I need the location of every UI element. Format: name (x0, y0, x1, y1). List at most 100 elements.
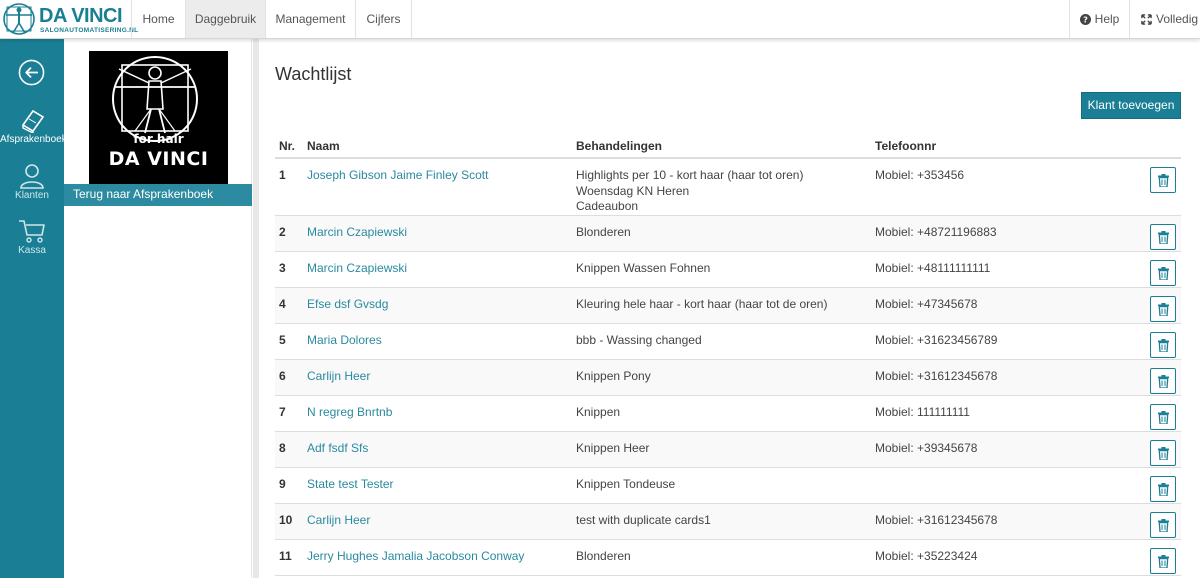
table-row: 5 Maria Dolores bbb - Wassing changed Mobie… (275, 324, 1181, 360)
sidebar-item-klanten[interactable]: Klanten (0, 163, 64, 201)
treatment-item: Knippen Pony (576, 369, 651, 383)
treatments-cell: Blonderen (576, 549, 631, 565)
treatments-cell: Knippen (576, 405, 620, 421)
table-row: 4 Efse dsf Gvsdg Kleuring hele haar - kort… (275, 288, 1181, 324)
treatment-item: Knippen (576, 405, 621, 419)
row-number: 8 (279, 441, 286, 455)
trash-icon (1157, 375, 1169, 388)
nav-tab-home[interactable]: Home (131, 0, 185, 38)
treatment-item: test with duplicate cards1 (576, 513, 711, 527)
delete-button[interactable] (1150, 404, 1176, 430)
client-name-link[interactable]: Joseph Gibson Jaime Finley Scott (307, 168, 488, 182)
client-name-link[interactable]: State test Tester (307, 477, 394, 491)
row-number: 6 (279, 369, 286, 383)
top-navbar: DA VINCI SALONAUTOMATISERING.NL Home Dag… (0, 0, 1200, 39)
row-number: 5 (279, 333, 286, 347)
phone-number: Mobiel: +39345678 (875, 441, 978, 455)
client-name-link[interactable]: Jerry Hughes Jamalia Jacobson Conway (307, 549, 524, 563)
client-name-link[interactable]: Maria Dolores (307, 333, 382, 347)
delete-button[interactable] (1150, 167, 1176, 193)
column-header-naam: Naam (307, 139, 340, 153)
fullscreen-button[interactable]: Volledig s (1129, 0, 1200, 38)
sidebar-item-kassa[interactable]: Kassa (0, 218, 64, 256)
client-name-link[interactable]: Carlijn Heer (307, 513, 370, 527)
phone-number: Mobiel: +353456 (875, 168, 965, 182)
treatment-item: Cadeaubon (576, 199, 639, 213)
treatments-cell: Knippen Heer (576, 441, 649, 457)
treatments-cell: test with duplicate cards1 (576, 513, 711, 529)
table-row: 7 N regreg Bnrtnb Knippen Mobiel: 111111111 (275, 396, 1181, 432)
page-title: Wachtlijst (275, 64, 352, 84)
client-name-link[interactable]: Carlijn Heer (307, 369, 370, 383)
cart-icon (19, 220, 45, 243)
back-arrow-icon[interactable] (18, 59, 45, 86)
table-row: 1 Joseph Gibson Jaime Finley Scott Highlig… (275, 159, 1181, 216)
treatment-item: Woensdag KN Heren (576, 183, 690, 198)
row-number: 10 (279, 513, 293, 527)
delete-button[interactable] (1150, 548, 1176, 574)
table-row: 11 Jerry Hughes Jamalia Jacobson Conway Bl… (275, 540, 1181, 576)
table-row: 8 Adf fsdf Sfs Knippen Heer Mobiel: +393456… (275, 432, 1181, 468)
client-name-link[interactable]: N regreg Bnrtnb (307, 405, 392, 419)
treatments-cell: Knippen Wassen Fohnen (576, 261, 710, 277)
table-header: Nr. Naam Behandelingen Telefoonnr (275, 135, 1181, 159)
delete-button[interactable] (1150, 512, 1176, 538)
nav-tab-daggebruik[interactable]: Daggebruik (185, 0, 265, 38)
phone-number: Mobiel: +48721196883 (875, 225, 997, 239)
expand-icon (1141, 14, 1152, 26)
nav-tab-management[interactable]: Management (265, 0, 355, 38)
nav-tab-cijfers[interactable]: Cijfers (355, 0, 412, 38)
brand-logo[interactable]: DA VINCI SALONAUTOMATISERING.NL (2, 2, 138, 37)
treatment-item: Kleuring hele haar - kort haar (haar tot… (576, 297, 828, 311)
client-name-link[interactable]: Efse dsf Gvsdg (307, 297, 388, 311)
treatments-cell: Blonderen (576, 225, 631, 241)
treatment-item: bbb - Wassing changed (576, 333, 702, 347)
treatments-cell: Highlights per 10 - kort haar (haar tot … (576, 168, 803, 215)
back-to-agenda-link[interactable]: Terug naar Afsprakenboek (64, 184, 252, 206)
delete-button[interactable] (1150, 332, 1176, 358)
column-header-behandelingen: Behandelingen (576, 139, 663, 153)
treatment-item: Blonderen (576, 225, 631, 239)
treatments-cell: Kleuring hele haar - kort haar (haar tot… (576, 297, 827, 313)
icon-sidebar: Afsprakenboek Klanten Kassa (0, 39, 67, 578)
row-number: 4 (279, 297, 286, 311)
table-row: 10 Carlijn Heer test with duplicate cards1… (275, 504, 1181, 540)
help-button[interactable]: ? Help (1069, 0, 1129, 38)
logo-name: DA VINCI (108, 148, 209, 170)
help-label: Help (1094, 12, 1120, 26)
treatment-item: Knippen Tondeuse (576, 477, 676, 491)
trash-icon (1157, 174, 1169, 187)
sidebar-item-label: Afsprakenboek (0, 134, 67, 145)
fullscreen-label: Volledig s (1156, 12, 1200, 26)
trash-icon (1157, 447, 1169, 460)
table-row: 2 Marcin Czapiewski Blonderen Mobiel: +4872… (275, 216, 1181, 252)
question-circle-icon: ? (1079, 14, 1091, 26)
phone-number: Mobiel: +31612345678 (875, 513, 998, 527)
trash-icon (1157, 411, 1169, 424)
logo-tagline: for hair (133, 132, 184, 146)
treatments-cell: Knippen Pony (576, 369, 651, 385)
trash-icon (1157, 519, 1169, 532)
main-content: Wachtlijst Klant toevoegen Nr. Naam Beha… (259, 39, 1200, 578)
phone-number: Mobiel: +35223424 (875, 549, 978, 563)
row-number: 11 (279, 549, 292, 563)
delete-button[interactable] (1150, 224, 1176, 250)
add-client-button[interactable]: Klant toevoegen (1081, 92, 1181, 119)
client-name-link[interactable]: Adf fsdf Sfs (307, 441, 368, 455)
delete-button[interactable] (1150, 440, 1176, 466)
treatment-item: Blonderen (576, 549, 631, 563)
column-header-nr: Nr. (279, 139, 296, 153)
table-row: 3 Marcin Czapiewski Knippen Wassen Fohnen M… (275, 252, 1181, 288)
row-number: 9 (279, 477, 286, 491)
delete-button[interactable] (1150, 368, 1176, 394)
client-name-link[interactable]: Marcin Czapiewski (307, 225, 407, 239)
delete-button[interactable] (1150, 476, 1176, 502)
client-name-link[interactable]: Marcin Czapiewski (307, 261, 407, 275)
phone-number: Mobiel: +31612345678 (875, 369, 998, 383)
trash-icon (1157, 231, 1169, 244)
sidebar-item-afsprakenboek[interactable]: Afsprakenboek (0, 109, 67, 145)
delete-button[interactable] (1150, 296, 1176, 322)
delete-button[interactable] (1150, 260, 1176, 286)
waitlist-table: Nr. Naam Behandelingen Telefoonnr 1 Josep… (275, 135, 1181, 576)
book-icon (21, 109, 45, 133)
